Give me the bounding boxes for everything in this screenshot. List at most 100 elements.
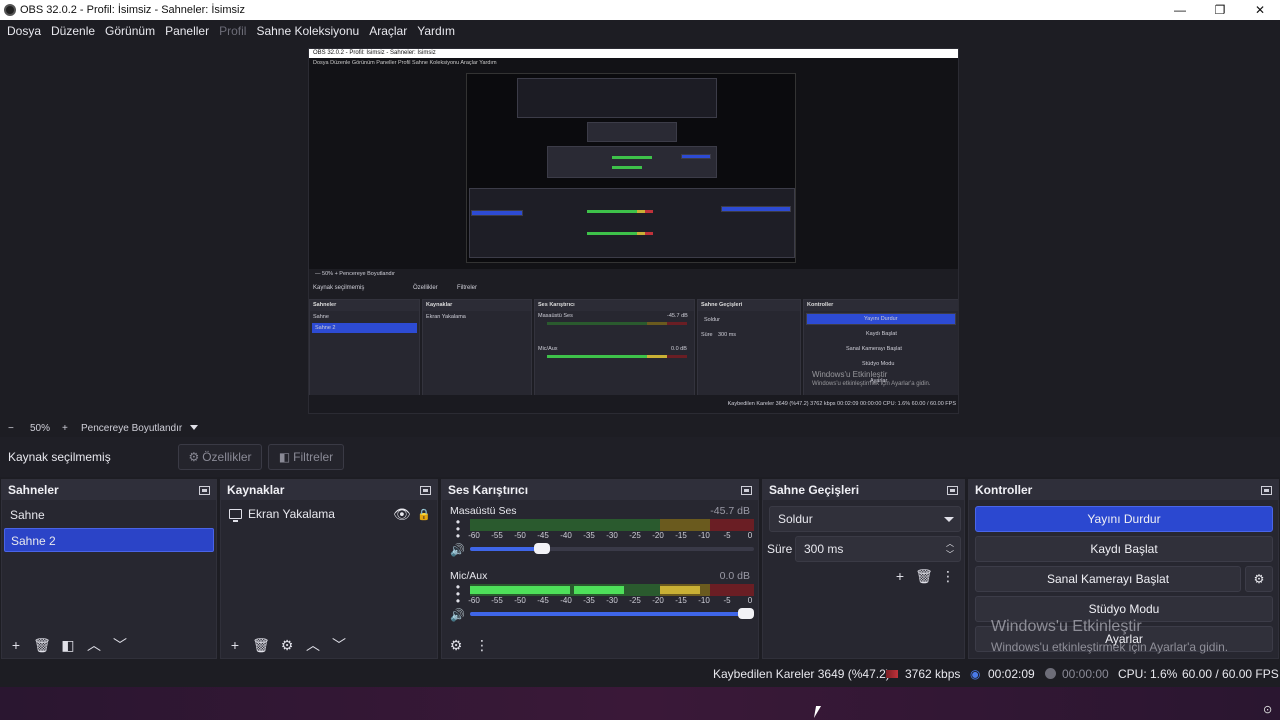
- kebab-icon[interactable]: • • •: [452, 516, 464, 542]
- scenes-toolbar: + 🗑 ◧ ︿ ﹀: [2, 632, 216, 658]
- chevron-down-icon[interactable]: ﹀: [112, 637, 128, 653]
- nested-scenes-dock: Sahneler Sahne Sahne 2: [309, 299, 420, 397]
- menu-help[interactable]: Yardım: [412, 24, 460, 38]
- menu-profile[interactable]: Profil: [214, 24, 251, 38]
- duration-label: Süre: [767, 542, 793, 556]
- window-title: OBS 32.0.2 - Profil: İsimsiz - Sahneler:…: [20, 4, 245, 16]
- nested-duration-label: Süre: [701, 332, 713, 338]
- meter-level: [574, 586, 624, 594]
- volume-slider-knob[interactable]: [738, 608, 754, 619]
- undock-icon[interactable]: [947, 485, 958, 495]
- filters-button[interactable]: ◧ Filtreler: [268, 444, 344, 470]
- trash-icon[interactable]: 🗑: [252, 637, 270, 653]
- meter-red-zone: [710, 519, 754, 531]
- menu-scene-collection[interactable]: Sahne Koleksiyonu: [251, 24, 364, 38]
- minimize-button[interactable]: —: [1160, 0, 1200, 20]
- close-button[interactable]: ✕: [1240, 0, 1280, 20]
- title-bar: OBS 32.0.2 - Profil: İsimsiz - Sahneler:…: [0, 0, 1280, 20]
- nested-meter: [612, 156, 652, 159]
- chevron-up-icon[interactable]: ︿: [305, 637, 321, 653]
- gear-icon[interactable]: ⚙: [279, 637, 295, 653]
- volume-slider[interactable]: [470, 543, 754, 554]
- zoom-in-button[interactable]: +: [62, 423, 68, 434]
- scene-item-sahne[interactable]: Sahne: [4, 503, 214, 527]
- settings-corner-icon[interactable]: ⊙: [1263, 703, 1272, 716]
- filter-icon[interactable]: ◧: [60, 637, 76, 653]
- properties-button[interactable]: ⚙ Özellikler: [178, 444, 262, 470]
- channel-db: -45.7 dB: [710, 505, 750, 517]
- trash-icon[interactable]: 🗑: [915, 568, 933, 584]
- advanced-audio-icon[interactable]: ⚙: [448, 637, 464, 653]
- meter-scale-tick: -10: [698, 596, 710, 605]
- virtual-camera-settings-button[interactable]: ⚙: [1245, 566, 1273, 592]
- stop-stream-button[interactable]: Yayını Durdur: [975, 506, 1273, 532]
- maximize-button[interactable]: ❐: [1200, 0, 1240, 20]
- transition-value: Soldur: [778, 512, 813, 526]
- add-icon[interactable]: +: [892, 568, 908, 584]
- meter-scale-tick: -5: [723, 531, 731, 540]
- preview-canvas[interactable]: OBS 32.0.2 - Profil: İsimsiz - Sahneler:…: [308, 48, 959, 414]
- speaker-icon[interactable]: 🔊: [450, 543, 466, 557]
- scene-item-sahne-2[interactable]: Sahne 2: [4, 528, 214, 552]
- nested-properties: Özellikler: [413, 285, 438, 291]
- nested-watermark: Windows'u etkinleştirmek için Ayarlar'a …: [812, 381, 931, 387]
- preview-area[interactable]: OBS 32.0.2 - Profil: İsimsiz - Sahneler:…: [0, 42, 1280, 420]
- speaker-icon[interactable]: 🔊: [450, 608, 466, 622]
- nested-zoom: — 50% + Pencereye Boyutlandır: [315, 271, 395, 277]
- duration-spinbox[interactable]: 300 ms ︿ ﹀: [795, 536, 961, 562]
- source-item[interactable]: Ekran Yakalama 👁 🔒: [221, 502, 437, 526]
- meter-scale-tick: -35: [583, 596, 595, 605]
- window-controls: — ❐ ✕: [1160, 0, 1280, 20]
- meter-scale-tick: -20: [652, 531, 664, 540]
- menu-docks[interactable]: Paneller: [160, 24, 214, 38]
- channel-db: 0.0 dB: [719, 570, 750, 582]
- volume-slider-knob[interactable]: [534, 543, 550, 554]
- volume-slider[interactable]: [470, 608, 754, 619]
- zoom-out-button[interactable]: −: [8, 423, 14, 434]
- undock-icon[interactable]: [199, 485, 210, 495]
- kebab-icon[interactable]: ⋮: [940, 568, 956, 584]
- audio-mixer-dock: Ses Karıştırıcı Masaüstü Ses -45.7 dB • •…: [441, 479, 759, 659]
- kebab-icon[interactable]: • • •: [452, 581, 464, 607]
- nested-menu-bar: Dosya Düzenle Görünüm Paneller Profil Sa…: [313, 60, 497, 66]
- mixer-dock-header: Ses Karıştırıcı: [442, 480, 758, 500]
- undock-icon[interactable]: [420, 485, 431, 495]
- menu-view[interactable]: Görünüm: [100, 24, 160, 38]
- add-icon[interactable]: +: [8, 637, 24, 653]
- start-virtual-camera-button[interactable]: Sanal Kamerayı Başlat: [975, 566, 1241, 592]
- fit-to-window-label[interactable]: Pencereye Boyutlandır: [81, 423, 182, 434]
- nested-filters: Filtreler: [457, 285, 478, 291]
- scene-list: Sahne Sahne 2: [2, 500, 216, 552]
- nested-transition: Soldur: [704, 317, 720, 323]
- nested-meter: [667, 322, 687, 325]
- eye-icon[interactable]: 👁: [393, 506, 411, 523]
- zoom-dropdown-icon[interactable]: [190, 425, 198, 430]
- lock-icon[interactable]: 🔒: [417, 508, 431, 521]
- trash-icon[interactable]: 🗑: [33, 637, 51, 653]
- meter-scale-tick: -5: [723, 596, 731, 605]
- start-recording-button[interactable]: Kaydı Başlat: [975, 536, 1273, 562]
- add-icon[interactable]: +: [227, 637, 243, 653]
- meter-scale-tick: -45: [537, 596, 549, 605]
- gear-icon: ⚙: [1253, 572, 1265, 586]
- meter-yellow-zone: [660, 519, 710, 531]
- nested-control: Stüdyo Modu: [862, 361, 895, 367]
- transition-select[interactable]: Soldur: [769, 506, 961, 532]
- menu-file[interactable]: Dosya: [2, 24, 46, 38]
- kebab-icon[interactable]: ⋮: [474, 637, 490, 653]
- menu-tools[interactable]: Araçlar: [364, 24, 412, 38]
- chevron-down-icon[interactable]: ﹀: [331, 637, 347, 653]
- menu-edit[interactable]: Düzenle: [46, 24, 100, 38]
- nested-channel-name: Masaüstü Ses: [538, 313, 573, 319]
- chevron-up-icon[interactable]: ︿: [86, 637, 102, 653]
- fps: 60.00 / 60.00 FPS: [1182, 667, 1279, 681]
- spin-arrows-icon[interactable]: ︿ ﹀: [946, 538, 954, 560]
- broadcast-icon: ◉: [970, 667, 981, 681]
- bitrate-indicator-icon: [886, 670, 898, 678]
- undock-icon[interactable]: [1261, 485, 1272, 495]
- transitions-dock-title: Sahne Geçişleri: [769, 483, 860, 497]
- meter-scale-tick: -45: [537, 531, 549, 540]
- nested-meter: [647, 322, 667, 325]
- undock-icon[interactable]: [741, 485, 752, 495]
- meter-scale-tick: -20: [652, 596, 664, 605]
